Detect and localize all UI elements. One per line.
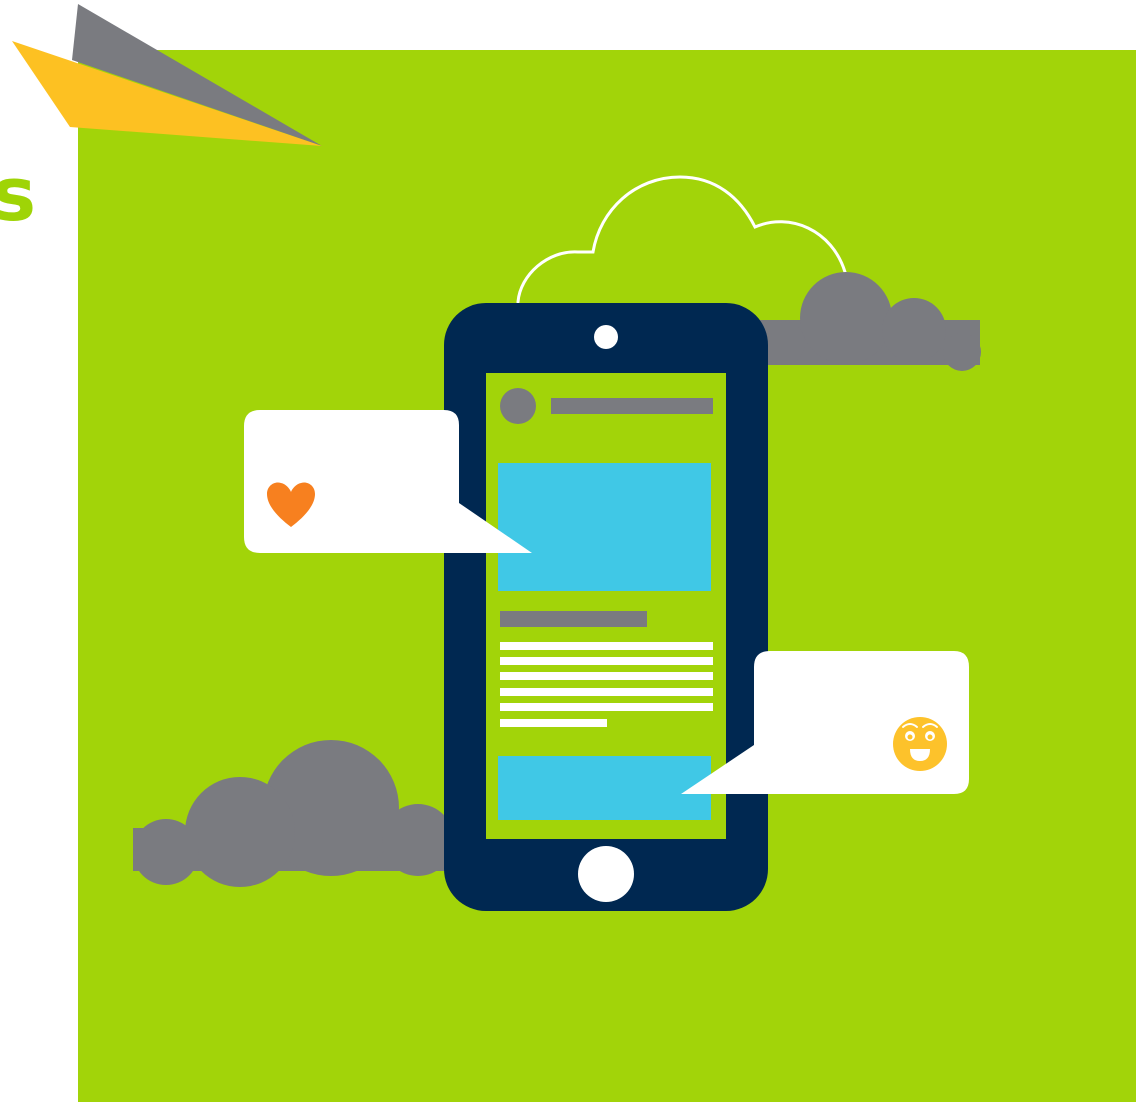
illustration: s — [0, 4, 1136, 1102]
heading-bar — [500, 611, 647, 627]
edge-glyph: s — [0, 152, 36, 238]
avatar — [500, 388, 536, 424]
camera-icon — [594, 325, 618, 349]
image-block — [498, 463, 711, 591]
username-bar — [551, 398, 713, 414]
smiley-icon — [893, 717, 947, 771]
home-button-icon — [578, 846, 634, 902]
smartphone — [444, 303, 768, 911]
button-block — [498, 756, 711, 820]
